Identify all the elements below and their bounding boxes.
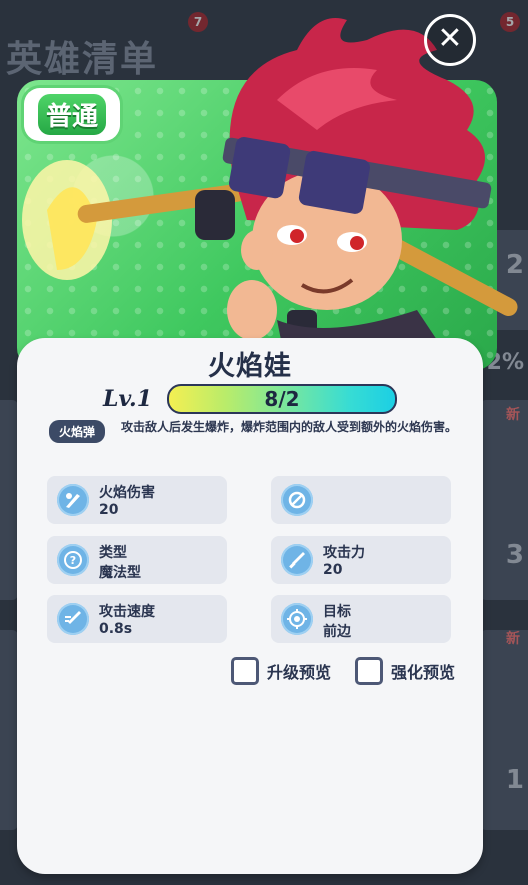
hero-name: 火焰娃	[208, 351, 292, 382]
stat-value: 魔法型	[99, 565, 141, 581]
svg-text:?: ?	[70, 554, 76, 567]
checkbox-box[interactable]	[355, 657, 383, 685]
hero-info-panel: 火焰娃 Lv.1 8/2 火焰弹 攻击敌人后发生爆炸，爆炸范围内的敌人受到额外的…	[17, 338, 483, 874]
stat-label: 攻击速度	[99, 604, 155, 620]
rarity-badge: 普通	[24, 88, 121, 141]
stat-empty	[271, 476, 451, 524]
checkbox-label: 升级预览	[267, 663, 332, 682]
stat-attack-speed: 攻击速度 0.8s	[47, 595, 227, 643]
skill-tag: 火焰弹	[49, 420, 106, 443]
close-icon: ✕	[437, 21, 463, 56]
stat-value: 20	[323, 562, 343, 578]
disabled-icon	[281, 484, 313, 516]
stat-label: 火焰伤害	[99, 485, 155, 501]
question-icon: ?	[57, 544, 89, 576]
attack-speed-icon	[57, 603, 89, 635]
level-progress-bar: 8/2	[167, 384, 397, 414]
enhance-preview-checkbox[interactable]: 强化预览	[355, 657, 455, 685]
stat-label: 目标	[323, 604, 351, 620]
hero-level: Lv.1	[103, 386, 153, 412]
checkbox-label: 强化预览	[391, 663, 456, 682]
stat-fire-damage: 火焰伤害 20	[47, 476, 227, 524]
stat-label: 类型	[99, 545, 127, 561]
upgrade-preview-checkbox[interactable]: 升级预览	[231, 657, 331, 685]
level-progress-text: 8/2	[264, 387, 300, 411]
stat-target: 目标 前边	[271, 595, 451, 643]
rarity-label: 普通	[38, 94, 107, 135]
skill-description: 攻击敌人后发生爆炸，爆炸范围内的敌人受到额外的火焰伤害。	[121, 420, 458, 434]
stat-value: 前边	[323, 624, 351, 640]
stat-attack: 攻击力 20	[271, 536, 451, 584]
target-icon	[281, 603, 313, 635]
close-button[interactable]: ✕	[424, 14, 476, 66]
stat-value: 0.8s	[99, 621, 133, 637]
sword-icon	[281, 544, 313, 576]
stat-label: 攻击力	[323, 545, 365, 561]
stat-value: 20	[99, 502, 119, 518]
checkbox-box[interactable]	[231, 657, 259, 685]
fire-damage-icon	[57, 484, 89, 516]
skill-row: 火焰弹 攻击敌人后发生爆炸，爆炸范围内的敌人受到额外的火焰伤害。	[49, 420, 469, 443]
stat-type: ? 类型 魔法型	[47, 536, 227, 584]
